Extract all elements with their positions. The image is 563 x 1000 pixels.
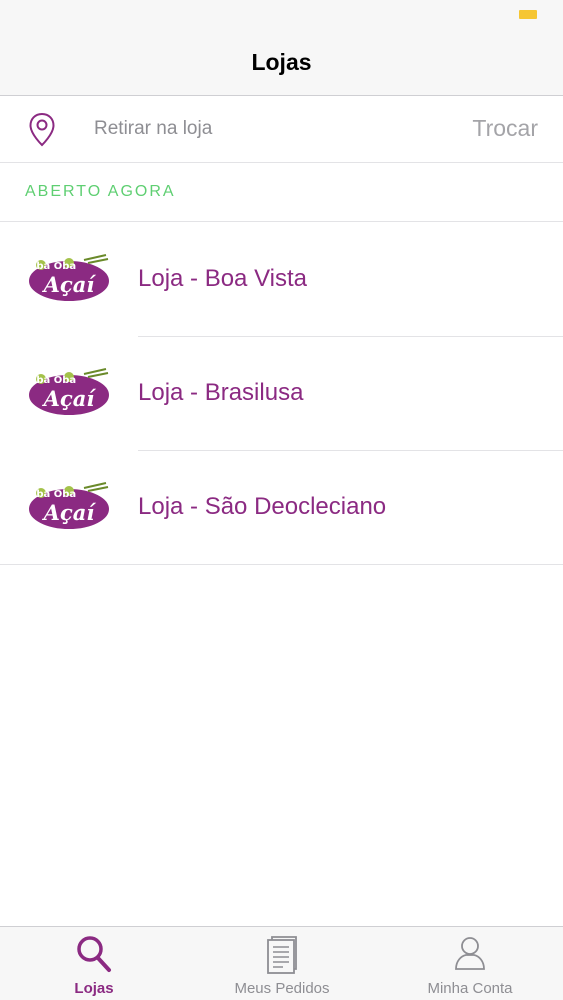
person-icon	[455, 937, 485, 970]
store-row-boa-vista[interactable]: Oba Oba Açaí Loja - Boa Vista	[0, 223, 563, 337]
tab-meus-pedidos[interactable]: Meus Pedidos	[188, 927, 376, 1000]
oba-oba-acai-logo: Oba Oba Açaí	[27, 482, 111, 531]
logo-top-text: Oba Oba	[28, 261, 76, 272]
tab-label: Lojas	[74, 980, 114, 997]
tab-bar: Lojas Meus Pedidos Minha Conta	[0, 926, 563, 1000]
battery-icon	[519, 10, 537, 19]
logo-top-text: Oba Oba	[28, 375, 76, 386]
store-list: Oba Oba Açaí Loja - Boa Vista Oba Oba Aç…	[0, 223, 563, 565]
status-bar	[0, 0, 563, 30]
section-header: ABERTO AGORA	[0, 164, 563, 222]
store-name: Loja - Brasilusa	[138, 379, 304, 406]
document-icon	[267, 936, 297, 974]
store-name: Loja - São Deocleciano	[138, 493, 387, 520]
navigation-bar: Lojas	[0, 30, 563, 96]
oba-oba-acai-logo: Oba Oba Açaí	[27, 368, 111, 417]
pickup-row[interactable]: Retirar na loja Trocar	[0, 97, 563, 163]
logo-text: Açaí	[42, 272, 97, 297]
location-pin-icon	[29, 112, 55, 147]
logo-text: Açaí	[42, 500, 97, 525]
open-now-heading: ABERTO AGORA	[25, 183, 176, 200]
logo-top-text: Oba Oba	[28, 489, 76, 500]
store-name: Loja - Boa Vista	[138, 265, 307, 292]
search-icon	[77, 936, 111, 972]
tab-lojas[interactable]: Lojas	[0, 927, 188, 1000]
pickup-label: Retirar na loja	[94, 118, 213, 139]
tab-label: Minha Conta	[427, 980, 513, 997]
logo-text: Açaí	[42, 386, 97, 411]
page-title: Lojas	[251, 49, 312, 75]
store-row-brasilusa[interactable]: Oba Oba Açaí Loja - Brasilusa	[0, 337, 563, 451]
oba-oba-acai-logo: Oba Oba Açaí	[27, 254, 111, 303]
change-store-button[interactable]: Trocar	[472, 115, 538, 142]
tab-label: Meus Pedidos	[234, 980, 330, 997]
tab-minha-conta[interactable]: Minha Conta	[376, 927, 563, 1000]
store-row-sao-deocleciano[interactable]: Oba Oba Açaí Loja - São Deocleciano	[0, 451, 563, 565]
